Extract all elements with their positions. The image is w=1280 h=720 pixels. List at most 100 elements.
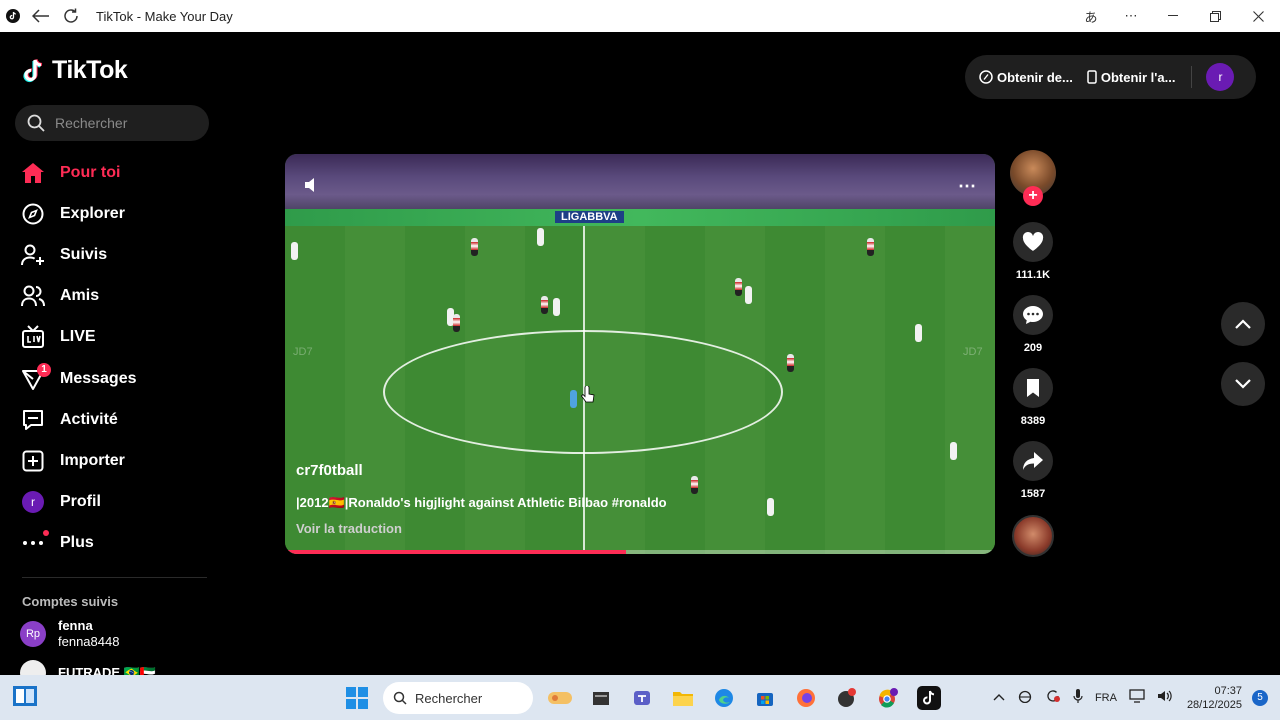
player: [787, 354, 794, 372]
firefox-icon[interactable]: [785, 679, 826, 717]
nav-item-live[interactable]: LIVE: [20, 317, 137, 358]
tiktok-taskbar-icon[interactable]: [908, 679, 949, 717]
share-action[interactable]: 1587: [1010, 441, 1056, 500]
home-icon: [20, 160, 46, 186]
nav-label: Pour toi: [60, 163, 121, 181]
comment-count: 209: [1023, 342, 1043, 354]
window-title: TikTok - Make Your Day: [96, 8, 233, 24]
player: [867, 238, 874, 256]
back-arrow-icon[interactable]: [26, 0, 56, 32]
restore-icon[interactable]: [1194, 0, 1237, 32]
video-more-icon[interactable]: ⋯: [958, 176, 977, 197]
chevron-down-icon: [1235, 379, 1251, 389]
top-actions-bar: Obtenir de... Obtenir l'a... r: [965, 55, 1256, 99]
refresh-icon[interactable]: [56, 0, 86, 32]
video-description: |2012🇪🇸|Ronaldo's higjlight against Athl…: [296, 495, 667, 510]
microphone-icon[interactable]: [1073, 688, 1083, 707]
see-translation-link[interactable]: Voir la traduction: [296, 521, 402, 536]
next-video-button[interactable]: [1221, 362, 1265, 406]
comment-action[interactable]: 209: [1010, 295, 1056, 354]
file-explorer-dark-icon[interactable]: [580, 679, 621, 717]
topbar-separator: [1191, 66, 1193, 88]
player: [915, 324, 922, 342]
widgets-icon[interactable]: [539, 679, 580, 717]
menu-dots-icon[interactable]: ⋯: [1111, 0, 1151, 32]
nav-item-explorer[interactable]: Explorer: [20, 193, 137, 234]
player: [453, 314, 460, 332]
user-avatar[interactable]: r: [1206, 63, 1235, 91]
clock-date: 28/12/2025: [1186, 698, 1242, 711]
taskbar-search-label: Rechercher: [415, 690, 483, 706]
network-icon[interactable]: [1017, 689, 1033, 706]
nav-item-amis[interactable]: Amis: [20, 276, 137, 317]
video-progress-bar[interactable]: [285, 550, 995, 554]
video-player[interactable]: LIGABBVA ⋯ JD7 JD7 cr7f0tball |2012🇪🇸|Ro…: [285, 154, 995, 554]
display-icon[interactable]: [1129, 689, 1145, 706]
language-indicator[interactable]: FRA: [1095, 692, 1117, 704]
nav-label: Suivis: [60, 245, 108, 263]
account-handle: fenna8448: [58, 634, 120, 649]
nav-label: Importer: [60, 451, 125, 469]
folder-icon[interactable]: [662, 679, 703, 717]
chevron-up-icon: [1235, 319, 1251, 329]
account-name: fenna: [58, 618, 93, 633]
tiktok-logo[interactable]: TikTok: [22, 56, 128, 85]
friends-icon: [20, 283, 46, 309]
upload-plus-icon: [20, 448, 46, 474]
like-action[interactable]: 111.1K: [1010, 222, 1056, 281]
get-app-button[interactable]: Obtenir l'a...: [1087, 70, 1175, 85]
nav-item-importer[interactable]: Importer: [20, 440, 137, 481]
player: [735, 278, 742, 296]
taskbar-search[interactable]: Rechercher: [383, 682, 533, 714]
followed-account-fenna[interactable]: Rp fenna fenna8448: [20, 618, 119, 650]
follow-plus-icon[interactable]: +: [1023, 186, 1043, 206]
bookmark-icon: [1013, 368, 1053, 408]
close-icon[interactable]: [1237, 0, 1280, 32]
like-count: 111.1K: [1015, 269, 1051, 281]
search-input[interactable]: [55, 115, 195, 131]
nav-label: Explorer: [60, 204, 125, 222]
player: [291, 242, 298, 260]
ad-banner-text: LIGABBVA: [555, 211, 624, 223]
nav-item-pour-toi[interactable]: Pour toi: [20, 152, 137, 193]
search-bar[interactable]: [15, 105, 209, 141]
get-coins-label: Obtenir de...: [997, 69, 1073, 85]
avatar: Rp: [20, 621, 46, 647]
translate-icon[interactable]: あ: [1071, 0, 1111, 32]
nav-item-suivis[interactable]: Suivis: [20, 234, 137, 275]
chrome-icon[interactable]: [867, 679, 908, 717]
get-coins-button[interactable]: Obtenir de...: [979, 70, 1073, 85]
nav-item-profil[interactable]: r Profil: [20, 482, 137, 523]
windows-taskbar: Rechercher FRA 07:37 28/12/2025 5: [0, 675, 1280, 720]
message-count-badge: 1: [37, 362, 51, 377]
video-adboard: LIGABBVA: [285, 209, 995, 227]
nav-item-activite[interactable]: Activité: [20, 399, 137, 440]
chevron-up-icon[interactable]: [993, 692, 1005, 704]
task-view-icon[interactable]: [12, 685, 38, 712]
nav-label: Amis: [60, 287, 100, 305]
search-icon: [393, 691, 407, 705]
clock[interactable]: 07:37 28/12/2025: [1187, 684, 1242, 712]
player: [471, 238, 478, 256]
notification-count-badge[interactable]: 5: [1252, 689, 1268, 706]
progress-fill: [285, 550, 626, 554]
previous-video-button[interactable]: [1221, 302, 1265, 346]
store-icon[interactable]: [744, 679, 785, 717]
volume-icon[interactable]: [303, 176, 321, 199]
player: [570, 390, 577, 408]
tiktok-app: TikTok Pour toi Explorer Suivis: [0, 32, 1280, 686]
music-disc-avatar[interactable]: [1012, 515, 1054, 557]
bookmark-count: 8389: [1020, 415, 1046, 427]
share-count: 1587: [1020, 488, 1046, 500]
edge-icon[interactable]: [703, 679, 744, 717]
video-username[interactable]: cr7f0tball: [296, 462, 363, 479]
app-icon[interactable]: [826, 679, 867, 717]
nav-item-messages[interactable]: 1 Messages: [20, 358, 137, 399]
volume-icon[interactable]: [1157, 689, 1173, 706]
nav-item-plus[interactable]: Plus: [20, 523, 137, 564]
sync-icon[interactable]: [1045, 688, 1061, 707]
windows-start-icon[interactable]: [336, 679, 377, 717]
bookmark-action[interactable]: 8389: [1010, 368, 1056, 427]
minimize-icon[interactable]: [1151, 0, 1194, 32]
teams-icon[interactable]: [621, 679, 662, 717]
